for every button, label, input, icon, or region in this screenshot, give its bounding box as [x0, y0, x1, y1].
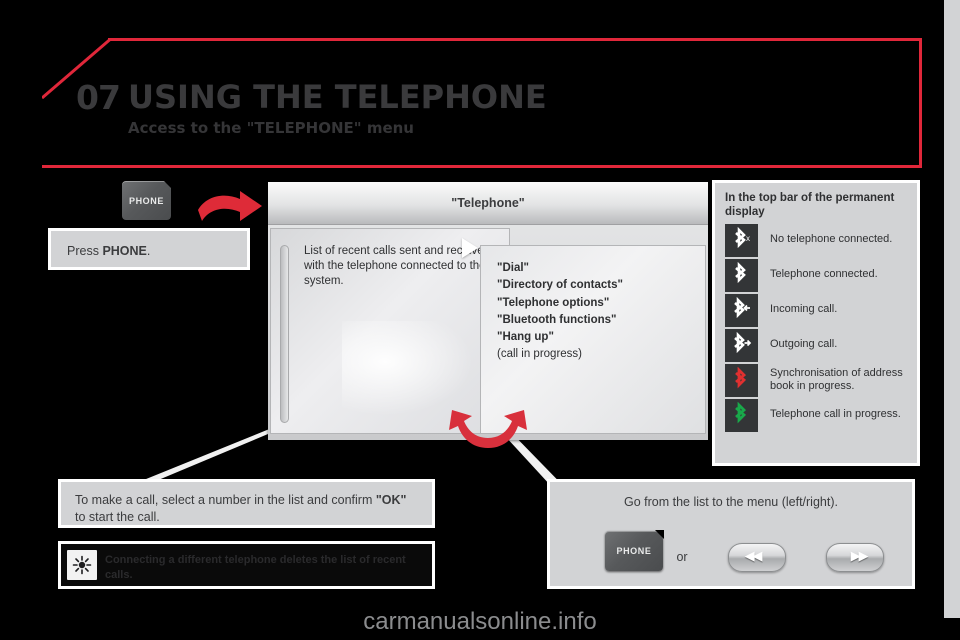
make-call-line1: To make a call, select a number in the l… [75, 493, 376, 507]
make-call-line2: to start the call. [75, 509, 160, 524]
note-callout: Connecting a different telephone deletes… [58, 541, 435, 589]
legend-label: No telephone connected. [770, 233, 893, 246]
seek-next-icon: ▶▶ [850, 549, 869, 565]
make-a-call-callout: To make a call, select a number in the l… [58, 479, 435, 528]
telephone-menu-list: "Dial" "Directory of contacts" "Telephon… [497, 260, 697, 364]
watermark: carmanualsonline.info [363, 608, 597, 635]
phone-hardware-button-secondary[interactable]: PHONE [605, 530, 664, 571]
telephone-menu-pane[interactable]: "Dial" "Directory of contacts" "Telephon… [480, 245, 706, 434]
page-title: USING THE TELEPHONE [128, 78, 547, 116]
legend-label: Telephone connected. [770, 268, 878, 281]
seek-previous-button[interactable]: ◀◀ [727, 542, 786, 572]
screen-title-bar: "Telephone" [268, 182, 708, 225]
bluetooth-call-active-icon [725, 398, 758, 432]
svg-text:x: x [746, 234, 750, 243]
legend-label: Synchronisation of address book in progr… [770, 366, 903, 393]
or-label: or [676, 549, 688, 564]
phone-button-label-secondary: PHONE [616, 546, 652, 556]
legend-label: Outgoing call. [770, 338, 838, 351]
menu-item-dial[interactable]: "Dial" [497, 260, 697, 277]
bluetooth-outgoing-call-icon [725, 328, 758, 362]
switch-panes-arrows-icon [449, 410, 527, 448]
manual-page: 07 USING THE TELEPHONE Access to the "TE… [0, 0, 960, 640]
chapter-number: 07 [76, 78, 121, 117]
make-call-ok-label: "OK" [375, 493, 407, 507]
bluetooth-connected-icon [725, 258, 758, 292]
legend-row: Synchronisation of address book in progr… [725, 363, 917, 397]
play-right-triangle-icon [462, 238, 478, 258]
note-text: Connecting a different telephone deletes… [105, 554, 406, 581]
press-phone-text-prefix: Press [67, 244, 103, 258]
list-scrollbar[interactable] [280, 245, 289, 423]
press-phone-text-bold: PHONE [102, 244, 147, 258]
head-unit-screen: "Telephone" List of recent calls sent an… [268, 182, 708, 440]
legend-row: Incoming call. [725, 293, 917, 327]
phone-hardware-button[interactable]: PHONE [122, 180, 172, 220]
legend-row: Outgoing call. [725, 328, 917, 362]
legend-row: x No telephone connected. [725, 223, 917, 257]
page-subtitle: Access to the "TELEPHONE" menu [128, 119, 414, 137]
legend-row: Telephone connected. [725, 258, 917, 292]
go-from-list-title: Go from the list to the menu (left/right… [624, 495, 838, 509]
legend-label: Telephone call in progress. [770, 408, 901, 421]
phone-button-label: PHONE [128, 195, 164, 206]
go-from-list-callout: Go from the list to the menu (left/right… [547, 479, 915, 589]
bluetooth-disconnected-icon: x [725, 223, 758, 257]
legend-rows: x No telephone connected. Telephone conn… [715, 223, 917, 440]
legend-row: Telephone call in progress. [725, 398, 917, 432]
recent-calls-list-pane[interactable]: List of recent calls sent and received w… [270, 228, 510, 434]
seek-previous-icon: ◀◀ [744, 549, 763, 565]
legend-title: In the top bar of the permanent display [725, 192, 895, 219]
press-phone-callout: Press PHONE. [48, 228, 250, 270]
status-icon-legend: In the top bar of the permanent display … [712, 180, 920, 466]
press-phone-text-suffix: . [146, 244, 151, 258]
header-top-rule [108, 38, 922, 41]
menu-item-bluetooth-functions[interactable]: "Bluetooth functions" [497, 312, 697, 329]
red-pointer-arrow-icon [198, 191, 262, 221]
tip-sun-icon [67, 550, 97, 580]
legend-label: Incoming call. [770, 303, 838, 316]
seek-next-button[interactable]: ▶▶ [825, 542, 884, 572]
menu-item-hang-up[interactable]: "Hang up" [497, 329, 697, 346]
menu-item-directory-of-contacts[interactable]: "Directory of contacts" [497, 277, 697, 294]
bluetooth-sync-icon [725, 363, 758, 397]
bluetooth-incoming-call-icon [725, 293, 758, 327]
menu-item-call-in-progress-note: (call in progress) [497, 348, 582, 361]
menu-item-telephone-options[interactable]: "Telephone options" [497, 295, 697, 312]
page-edge-strip [944, 0, 960, 618]
